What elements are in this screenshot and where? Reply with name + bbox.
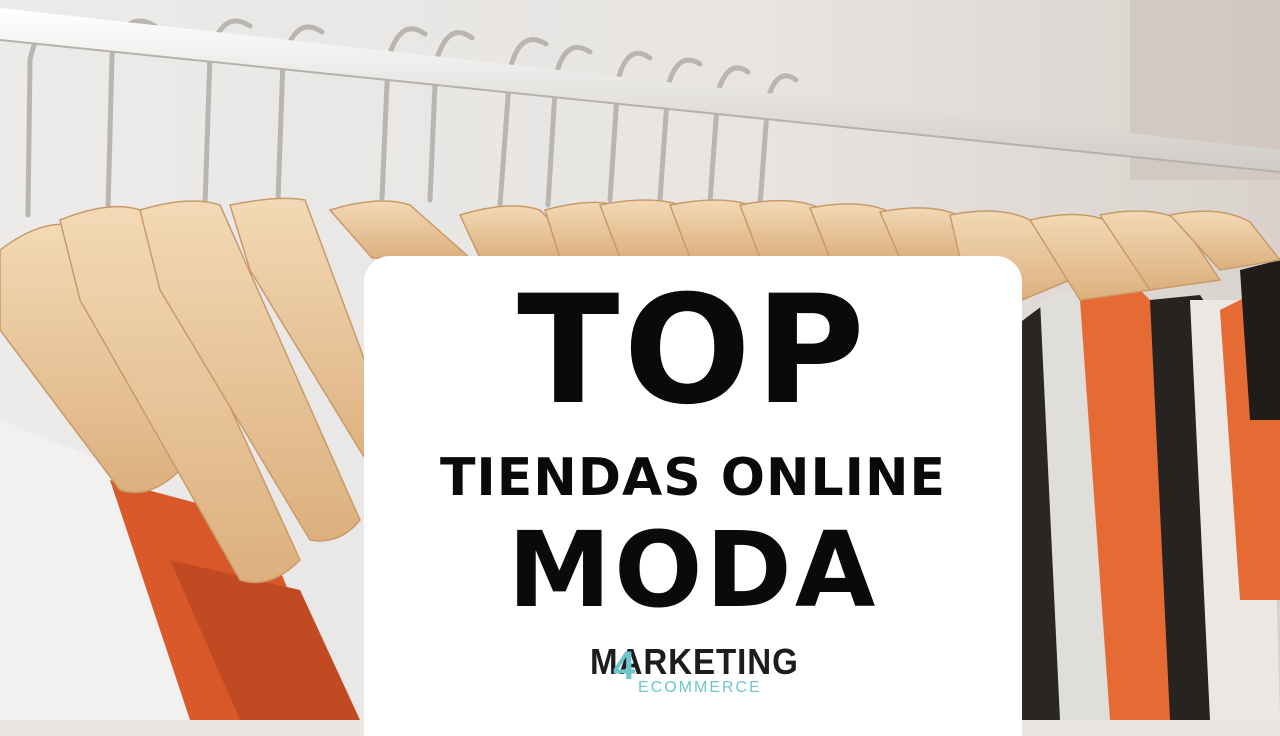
garments-right	[1010, 260, 1280, 720]
title-subtitle: TIENDAS ONLINE	[439, 448, 947, 508]
title-card: TOP TIENDAS ONLINE MODA MARKETING 4 ECOM…	[364, 256, 1022, 736]
logo-subtitle: ECOMMERCE	[638, 679, 762, 696]
logo-numeral: 4	[613, 644, 636, 688]
title-category: MODA	[507, 509, 879, 631]
marketing4ecommerce-logo[interactable]: MARKETING 4 ECOMMERCE	[588, 644, 808, 704]
title-top: TOP	[517, 264, 869, 438]
